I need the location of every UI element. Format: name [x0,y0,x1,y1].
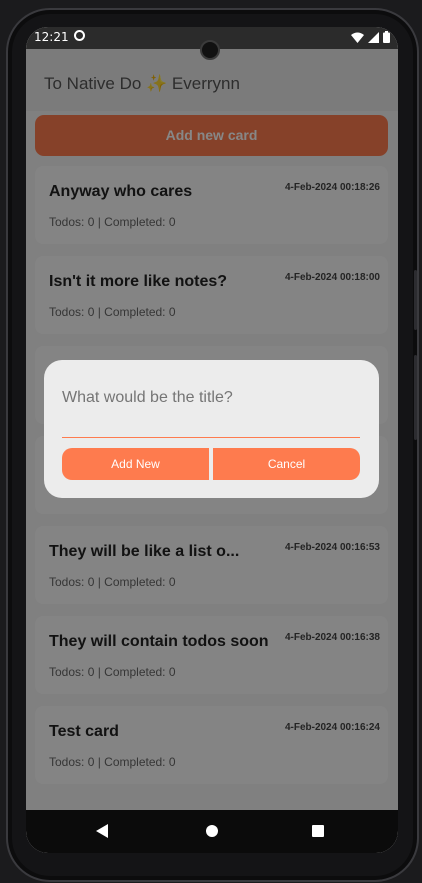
sync-icon [74,30,85,41]
battery-icon [383,31,390,43]
signal-icon [368,31,379,43]
navigation-bar [26,810,398,853]
status-icons [351,31,390,43]
add-new-button[interactable]: Add New [62,448,209,480]
recent-apps-icon[interactable] [312,825,324,837]
title-input[interactable] [62,378,360,438]
wifi-icon [351,32,364,43]
status-time: 12:21 [34,30,69,44]
back-icon[interactable] [96,824,108,838]
cancel-button[interactable]: Cancel [213,448,360,480]
volume-button [414,355,417,440]
front-camera [200,40,220,60]
app-screen: 12:21 To Native Do ✨ Everrynn Add new ca… [26,27,398,853]
new-card-dialog: Add New Cancel [44,360,379,498]
power-button [414,270,417,330]
home-icon[interactable] [206,825,218,837]
